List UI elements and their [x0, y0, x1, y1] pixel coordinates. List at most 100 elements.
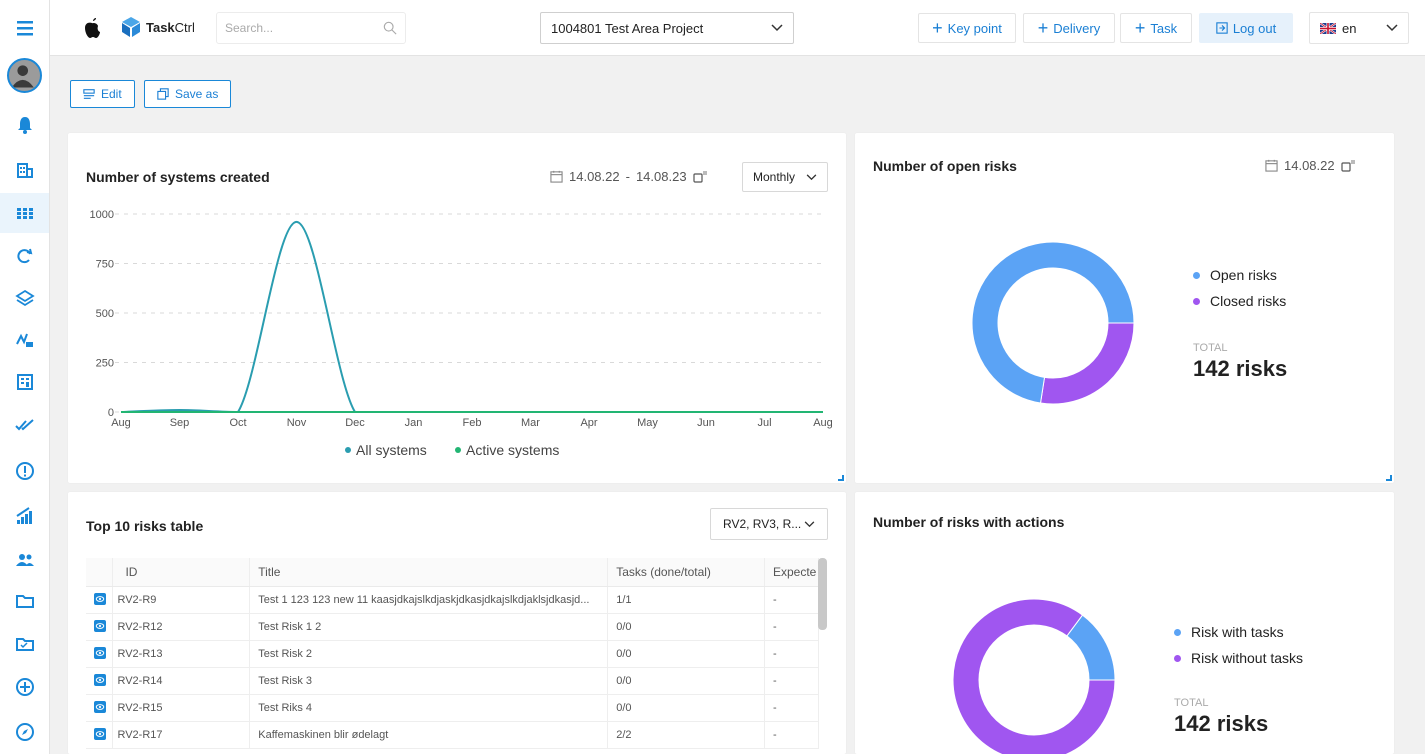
column-header[interactable]: Expecte [764, 558, 820, 587]
date-picker[interactable]: 14.08.22 [1265, 158, 1355, 173]
menu-icon[interactable] [0, 8, 49, 48]
chevron-down-icon [804, 520, 815, 527]
checked-folder-icon[interactable] [0, 624, 49, 664]
date-separator: - [625, 169, 630, 184]
y-tick-label: 750 [96, 259, 114, 271]
table-cell: - [764, 694, 820, 722]
alert-icon[interactable] [0, 451, 49, 491]
table-row[interactable]: RV2-R9 Test 1 123 123 new 11 kaasjdkajslk… [86, 586, 820, 614]
date-range[interactable]: 14.08.22 - 14.08.23 [550, 169, 707, 184]
apple-logo-icon [82, 17, 102, 44]
project-select[interactable]: 1004801 Test Area Project [540, 12, 794, 44]
y-tick-label: 1000 [90, 209, 114, 221]
date-from: 14.08.22 [569, 169, 620, 184]
view-cell[interactable] [86, 640, 114, 668]
date-to: 14.08.23 [635, 169, 687, 184]
view-eye-icon[interactable] [94, 646, 106, 659]
compass-icon[interactable] [0, 712, 49, 752]
legend-label: Risk with tasks [1191, 624, 1284, 640]
view-cell[interactable] [86, 667, 114, 695]
table-cell: - [764, 667, 820, 695]
table-row[interactable]: RV2-R17 Kaffemaskinen blir ødelagt 2/2- [86, 721, 820, 749]
y-tick-label: 250 [96, 358, 114, 370]
table-row[interactable]: RV2-R14 Test Risk 3 0/0- [86, 667, 820, 695]
view-eye-icon[interactable] [94, 700, 106, 713]
date-value: 14.08.22 [1284, 158, 1335, 173]
task-label: Task [1150, 20, 1178, 36]
view-eye-icon[interactable] [94, 673, 106, 686]
legend-label[interactable]: All systems [356, 442, 427, 458]
calendar-icon [550, 170, 563, 183]
period-label: Monthly [753, 170, 796, 184]
view-cell[interactable] [86, 586, 114, 614]
table-cell: Kaffemaskinen blir ødelagt [249, 721, 609, 749]
resize-handle[interactable] [838, 475, 844, 481]
pie-slice [1039, 322, 1135, 405]
notifications-bell-icon[interactable] [0, 105, 49, 145]
column-header[interactable]: Title [249, 558, 609, 587]
table-scrollbar[interactable] [818, 558, 827, 630]
add-circle-icon[interactable] [0, 667, 49, 707]
legend-dot [1174, 654, 1181, 662]
add-delivery-button[interactable]: + Delivery [1023, 13, 1115, 43]
column-header[interactable]: Tasks (done/total) [607, 558, 765, 587]
top-bar: TaskCtrl Search... 1004801 Test Area Pro… [50, 0, 1425, 56]
edit-button[interactable]: Edit [70, 80, 135, 108]
plus-icon: + [932, 18, 943, 38]
chevron-down-icon [1386, 24, 1398, 32]
language-label: en [1342, 20, 1357, 36]
open-risks-donut [971, 241, 1135, 405]
x-tick-label: Apr [580, 417, 597, 429]
card-title: Number of open risks [873, 158, 1017, 174]
sync-icon[interactable] [0, 236, 49, 276]
uk-flag-icon [1320, 22, 1336, 34]
risks-actions-legend: Risk with tasks Risk without tasks [1174, 624, 1303, 666]
add-key-point-button[interactable]: + Key point [918, 13, 1016, 43]
calendar-icon [1265, 159, 1278, 172]
drawing-icon[interactable] [0, 320, 49, 360]
table-row[interactable]: RV2-R12 Test Risk 1 2 0/0- [86, 613, 820, 641]
table-cell: 2/2 [607, 721, 765, 749]
x-tick-label: Oct [229, 417, 246, 429]
save-as-button[interactable]: Save as [144, 80, 232, 108]
column-header[interactable]: ID [112, 558, 251, 587]
add-task-button[interactable]: + Task [1120, 13, 1192, 43]
view-eye-icon[interactable] [94, 592, 106, 605]
search-input[interactable]: Search... [216, 12, 406, 44]
buildings-icon[interactable] [0, 150, 49, 190]
risks-with-actions-card: Number of risks with actions Risk with t… [855, 492, 1394, 754]
legend-label[interactable]: Active systems [466, 442, 559, 458]
view-eye-icon[interactable] [94, 619, 106, 632]
users-icon[interactable] [0, 540, 49, 580]
layers-icon[interactable] [0, 278, 49, 318]
logout-label: Log out [1232, 20, 1277, 36]
table-cell: 0/0 [607, 667, 765, 695]
language-select[interactable]: en [1309, 12, 1409, 44]
resize-handle[interactable] [1386, 475, 1392, 481]
cube-logo-icon [122, 17, 140, 37]
view-cell[interactable] [86, 694, 114, 722]
search-placeholder: Search... [225, 21, 274, 35]
table-row[interactable]: RV2-R13 Test Risk 2 0/0- [86, 640, 820, 668]
period-select[interactable]: Monthly [742, 162, 828, 192]
folder-icon[interactable] [0, 581, 49, 621]
dashboard-grid-icon[interactable] [0, 193, 49, 233]
double-check-icon[interactable] [0, 405, 49, 445]
legend-item: Open risks [1193, 267, 1286, 283]
table-row[interactable]: RV2-R15 Test Riks 4 0/0- [86, 694, 820, 722]
card-title: Top 10 risks table [86, 518, 204, 534]
sidebar [0, 0, 50, 754]
legend-dot [1174, 628, 1181, 636]
risk-filter-select[interactable]: RV2, RV3, R... [710, 508, 828, 540]
table-icon[interactable] [0, 362, 49, 402]
legend-dot [1193, 271, 1200, 279]
view-eye-icon[interactable] [94, 727, 106, 740]
logout-button[interactable]: Log out [1199, 13, 1293, 43]
app-name-bold: Task [146, 19, 175, 35]
view-cell[interactable] [86, 721, 114, 749]
view-cell[interactable] [86, 613, 114, 641]
statistics-icon[interactable] [0, 496, 49, 536]
avatar[interactable] [7, 58, 42, 93]
x-tick-label: Aug [813, 417, 833, 429]
table-cell: - [764, 721, 820, 749]
